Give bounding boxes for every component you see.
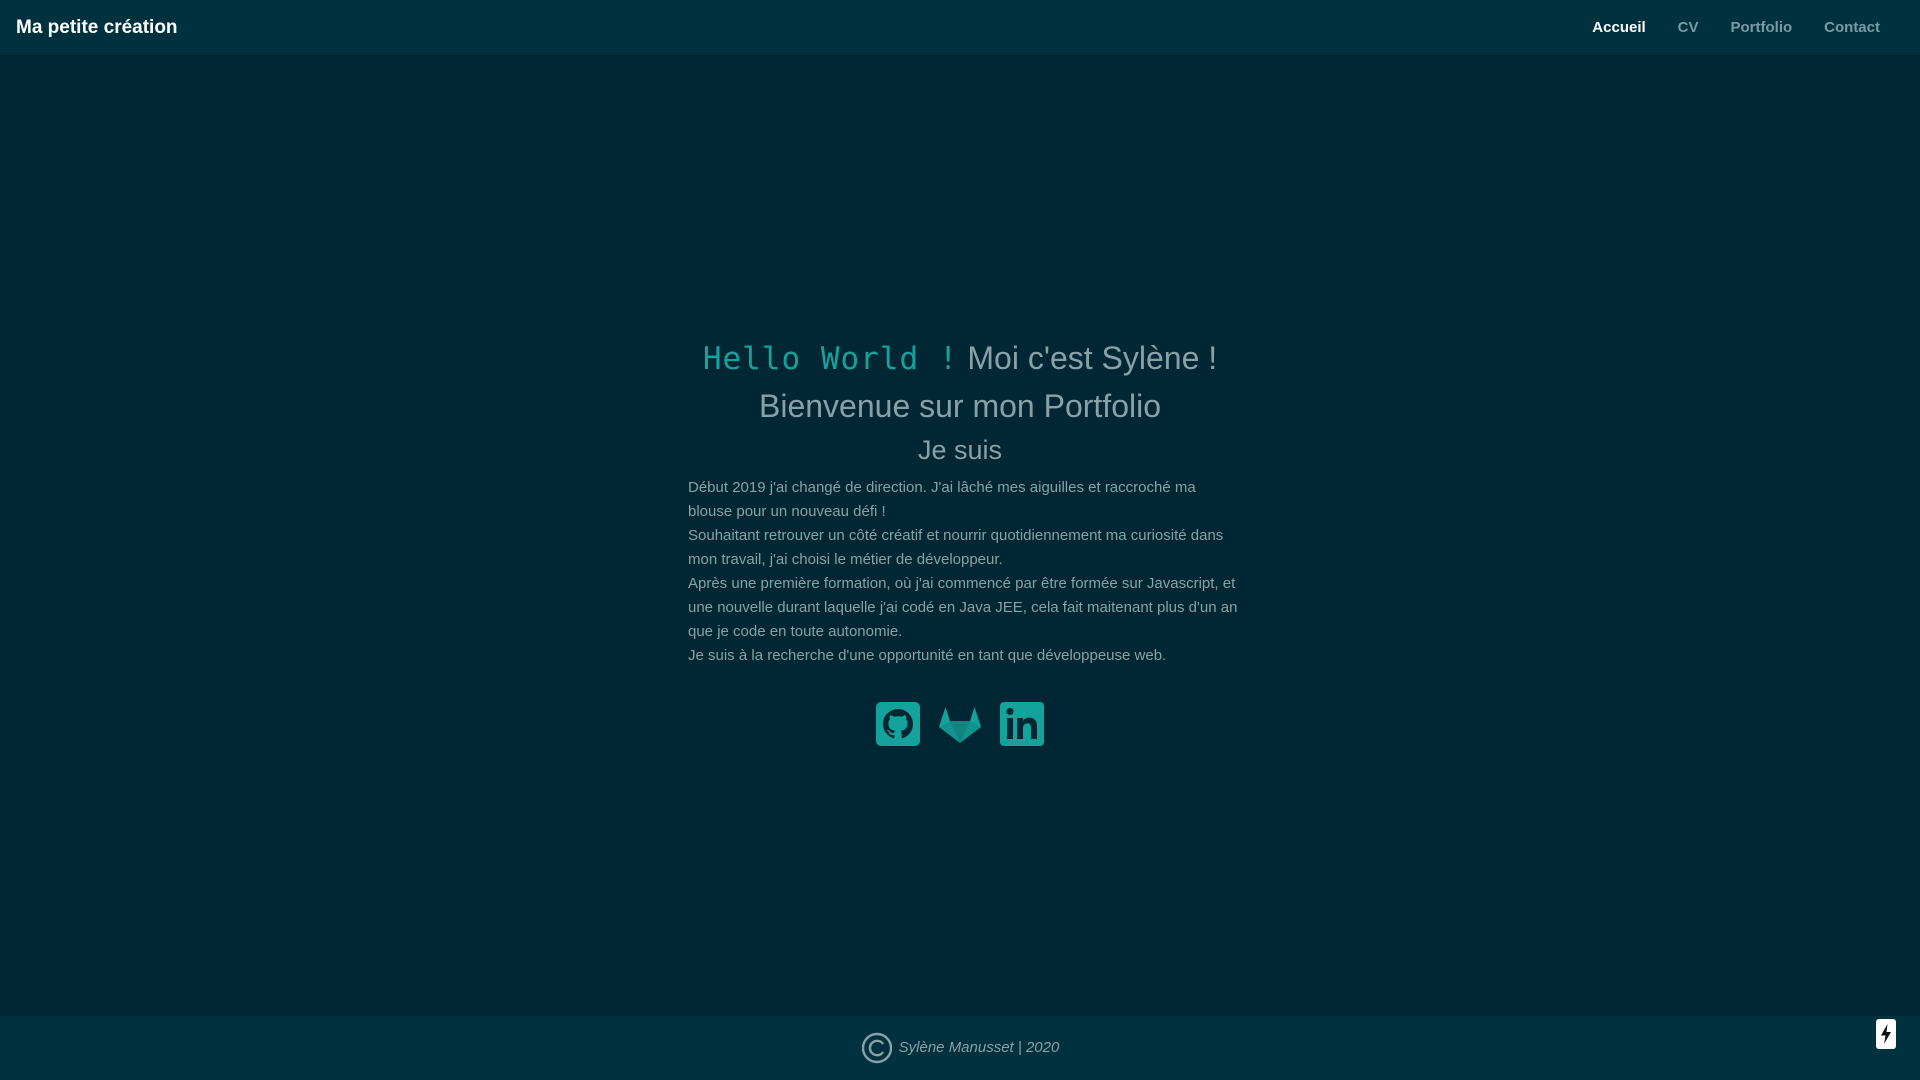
hero-section: Hello World ! Moi c'est Sylène ! Bienven… (0, 336, 1920, 472)
nav-item-portfolio: Portfolio (1731, 17, 1793, 39)
brand-title[interactable]: Ma petite création (16, 15, 178, 41)
linkedin-link[interactable] (998, 700, 1046, 748)
bio-paragraph: Début 2019 j'ai changé de direction. J'a… (688, 479, 1196, 520)
copyright-icon (861, 1032, 892, 1064)
je-suis-heading: Je suis (917, 435, 1003, 465)
gitlab-icon (939, 707, 981, 743)
bio-paragraph: Après une première formation, où j'ai co… (688, 575, 1238, 640)
social-links (0, 700, 1920, 748)
nav-link-contact[interactable]: Contact (1824, 17, 1880, 39)
nav-item-accueil: Accueil (1592, 17, 1645, 39)
welcome-heading: Bienvenue sur mon Portfolio (759, 388, 1161, 424)
nav-menu: Accueil CV Portfolio Contact (1592, 17, 1880, 39)
bio-text: Début 2019 j'ai changé de direction. J'a… (688, 476, 1238, 668)
bio-paragraph: Souhaitant retrouver un côté créatif et … (688, 527, 1224, 568)
extension-badge[interactable] (1876, 1019, 1896, 1049)
nav-item-contact: Contact (1824, 17, 1880, 39)
hello-world-text: Hello World ! (702, 341, 959, 377)
intro-text: Moi c'est Sylène ! (967, 340, 1218, 376)
linkedin-icon (1000, 702, 1044, 746)
nav-link-cv[interactable]: CV (1678, 17, 1699, 39)
bio-paragraph: Je suis à la recherche d'une opportunité… (688, 647, 1167, 664)
github-icon (876, 702, 920, 746)
nav-link-portfolio[interactable]: Portfolio (1731, 17, 1793, 39)
nav-link-accueil[interactable]: Accueil (1592, 17, 1645, 39)
nav-item-cv: CV (1678, 17, 1699, 39)
lightning-icon (1881, 1024, 1891, 1044)
navbar: Ma petite création Accueil CV Portfolio … (0, 0, 1920, 55)
github-link[interactable] (874, 700, 922, 748)
footer-text: Sylène Manusset | 2020 (898, 1039, 1060, 1056)
footer: Sylène Manusset | 2020 (0, 1016, 1920, 1080)
gitlab-link[interactable] (936, 700, 984, 748)
hero-heading: Hello World ! Moi c'est Sylène ! (0, 336, 1920, 380)
